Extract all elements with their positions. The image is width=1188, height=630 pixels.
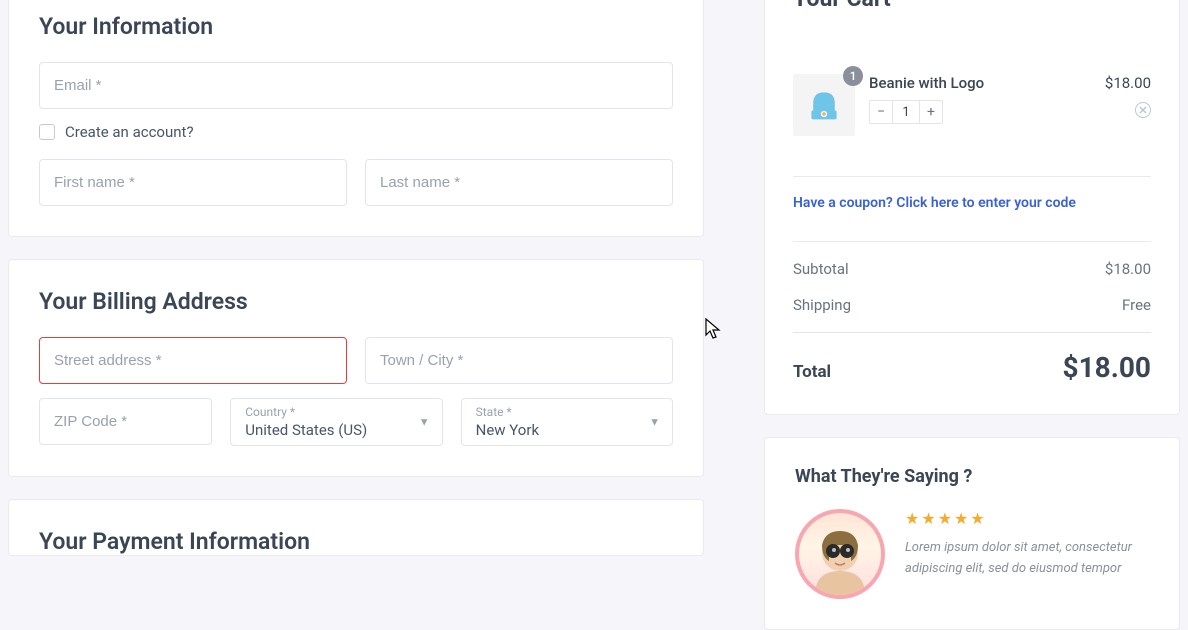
divider (793, 332, 1151, 333)
billing-address-card: Your Billing Address Country * United St… (8, 259, 704, 477)
star-rating: ★★★★★ (905, 509, 1149, 528)
state-select[interactable]: State * New York ▼ (461, 398, 673, 446)
quantity-stepper: − 1 + (869, 100, 943, 124)
quantity-badge: 1 (843, 66, 863, 86)
town-city-input[interactable] (365, 337, 673, 384)
divider (793, 176, 1151, 177)
street-address-input[interactable] (39, 337, 347, 384)
state-select-label: State * (476, 405, 658, 419)
state-select-value: New York (476, 421, 539, 439)
shipping-label: Shipping (793, 296, 851, 314)
product-beanie-icon (806, 87, 842, 123)
country-select-value: United States (US) (245, 421, 367, 439)
create-account-label[interactable]: Create an account? (65, 123, 194, 141)
cart-card: Your Cart 1 Beanie with Logo (764, 0, 1180, 415)
section-heading: Your Cart (793, 0, 1151, 12)
close-icon (1139, 106, 1147, 114)
cart-item: 1 Beanie with Logo − 1 + $18.00 (793, 74, 1151, 158)
subtotal-label: Subtotal (793, 260, 849, 278)
testimonial-quote: Lorem ipsum dolor sit amet, consectetur … (905, 538, 1149, 580)
cart-item-price: $18.00 (1105, 74, 1151, 92)
country-select[interactable]: Country * United States (US) ▼ (230, 398, 442, 446)
total-row: Total $18.00 (793, 351, 1151, 384)
avatar-icon (803, 521, 877, 595)
subtotal-row: Subtotal $18.00 (793, 260, 1151, 278)
shipping-value: Free (1122, 296, 1151, 314)
divider (793, 241, 1151, 242)
section-heading: What They're Saying ? (795, 466, 1149, 487)
remove-item-button[interactable] (1135, 102, 1151, 118)
subtotal-value: $18.00 (1105, 260, 1151, 278)
section-heading: Your Payment Information (39, 528, 673, 555)
shipping-row: Shipping Free (793, 296, 1151, 314)
create-account-checkbox[interactable] (39, 124, 55, 140)
cart-item-thumbnail: 1 (793, 74, 855, 136)
chevron-down-icon: ▼ (419, 416, 430, 429)
quantity-increase-button[interactable]: + (920, 101, 942, 123)
total-value: $18.00 (1063, 351, 1151, 384)
coupon-link[interactable]: Have a coupon? Click here to enter your … (793, 195, 1076, 211)
first-name-input[interactable] (39, 159, 347, 206)
zip-code-input[interactable] (39, 398, 212, 445)
country-select-label: Country * (245, 405, 427, 419)
section-heading: Your Billing Address (39, 288, 673, 315)
last-name-input[interactable] (365, 159, 673, 206)
chevron-down-icon: ▼ (649, 416, 660, 429)
testimonial-avatar (795, 509, 885, 599)
testimonial-card: What They're Saying ? (764, 437, 1180, 630)
your-information-card: Your Information Create an account? (8, 0, 704, 237)
total-label: Total (793, 362, 831, 382)
email-input[interactable] (39, 62, 673, 109)
quantity-decrease-button[interactable]: − (870, 101, 892, 123)
quantity-value: 1 (892, 101, 920, 123)
payment-information-card: Your Payment Information (8, 499, 704, 556)
section-heading: Your Information (39, 13, 673, 40)
